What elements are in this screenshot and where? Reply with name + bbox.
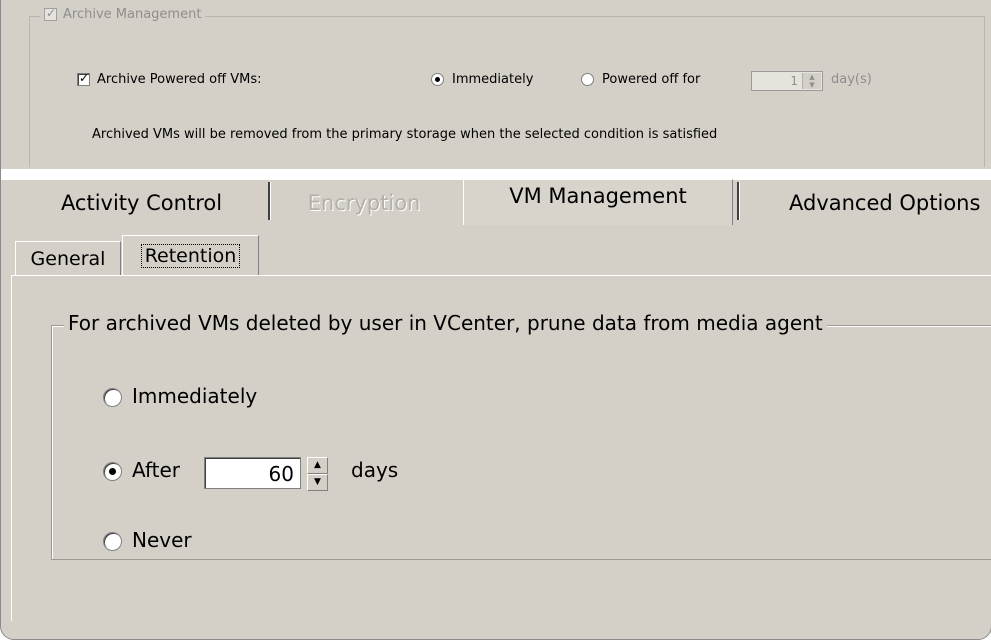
archive-management-group — [29, 16, 985, 167]
archive-immediately-label: Immediately — [452, 72, 534, 87]
archive-days-unit: day(s) — [831, 72, 872, 87]
archive-powered-off-checkbox[interactable]: ✓ — [77, 71, 90, 86]
retention-days-value: 60 — [268, 462, 294, 486]
archive-powered-off-row: ✓ Archive Powered off VMs: — [77, 71, 262, 87]
content-top-edge — [11, 275, 991, 276]
tab-encryption[interactable]: Encryption — [279, 182, 449, 224]
subtab-general[interactable]: General — [15, 241, 121, 276]
spin-down-icon[interactable]: ▼ — [803, 81, 821, 89]
archive-immediately-option[interactable]: Immediately — [431, 72, 533, 87]
retention-immediately-label[interactable]: Immediately — [132, 384, 257, 408]
spin-down-icon[interactable]: ▼ — [307, 474, 328, 491]
retention-never-radio[interactable] — [103, 532, 122, 551]
retention-after-label[interactable]: After — [132, 458, 180, 482]
dialog-window: ✓ Archive Management ✓ Archive Powered o… — [0, 0, 991, 640]
archive-management-checkbox[interactable]: ✓ — [44, 6, 57, 21]
tab-advanced-options[interactable]: Advanced Options — [749, 182, 991, 224]
subtab-retention[interactable]: Retention — [122, 235, 259, 276]
retention-never-label[interactable]: Never — [132, 528, 192, 552]
tab-activity-control[interactable]: Activity Control — [19, 182, 264, 224]
tab-divider — [268, 182, 271, 220]
archive-days-spin-buttons[interactable]: ▲ ▼ — [802, 73, 821, 89]
archive-powered-off-for-radio[interactable] — [581, 73, 594, 86]
retention-days-spinner[interactable]: ▲ ▼ — [304, 456, 329, 491]
retention-after-radio[interactable] — [103, 462, 122, 481]
retention-group-title: For archived VMs deleted by user in VCen… — [64, 311, 827, 335]
archive-powered-off-label: Archive Powered off VMs: — [97, 72, 262, 87]
retention-immediately-radio[interactable] — [103, 388, 122, 407]
archive-immediately-radio[interactable] — [431, 73, 444, 86]
archive-days-spinner[interactable]: 1 ▲ ▼ — [751, 71, 823, 91]
retention-group — [51, 325, 991, 560]
archive-info-text: Archived VMs will be removed from the pr… — [92, 127, 718, 142]
subtab-general-label: General — [30, 248, 106, 270]
dialog-body: ✓ Archive Management ✓ Archive Powered o… — [1, 1, 991, 639]
archive-management-title: Archive Management — [63, 7, 202, 22]
subtab-retention-label: Retention — [140, 244, 241, 268]
retention-days-input[interactable]: 60 — [204, 457, 301, 489]
tab-divider — [737, 182, 740, 220]
archive-management-legend: ✓ Archive Management — [40, 6, 207, 22]
archive-days-value: 1 — [790, 74, 798, 88]
retention-days-unit: days — [351, 458, 399, 482]
archive-powered-off-for-label: Powered off for — [602, 72, 701, 87]
tab-vm-management[interactable]: VM Management — [463, 179, 733, 225]
archive-powered-off-for-option[interactable]: Powered off for — [581, 72, 700, 87]
content-left-edge — [11, 275, 12, 621]
spin-up-icon[interactable]: ▲ — [803, 73, 821, 81]
spin-up-icon[interactable]: ▲ — [307, 457, 328, 474]
